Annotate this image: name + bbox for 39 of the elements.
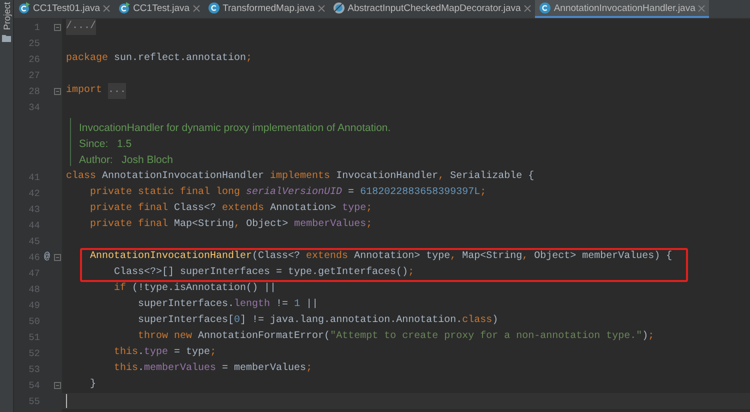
class-icon: [208, 2, 220, 14]
class-icon: [18, 2, 30, 14]
code-line: private final Map<String, Object> memberValues;: [89, 218, 372, 232]
close-icon[interactable]: [103, 4, 110, 12]
doc-tag-line: Author: Josh Bloch: [79, 153, 174, 168]
gutter-mark[interactable]: @: [44, 252, 50, 262]
editor-tab[interactable]: AnnotationInvocationHandler.java: [534, 0, 710, 18]
code-line: }: [89, 378, 96, 392]
editor-tab[interactable]: AbstractInputCheckedMapDecorator.java: [328, 0, 535, 18]
editor-tab[interactable]: TransformedMap.java: [204, 0, 329, 18]
code-line: if (!type.isAnnotation() ||: [113, 282, 276, 296]
doc-comment-text: InvocationHandler for dynamic proxy implementation of Annotation.: [79, 121, 391, 136]
close-icon[interactable]: [318, 4, 325, 12]
code-line: throw new AnnotationFormatError("Attempt to create proxy for a non-annotation type.");: [137, 330, 654, 344]
folder-icon: [2, 34, 11, 42]
close-icon[interactable]: [698, 4, 706, 12]
doc-tag-line: Since: 1.5: [79, 137, 133, 152]
close-icon[interactable]: [192, 4, 200, 12]
fold-icon[interactable]: [54, 88, 61, 94]
code-line: private final Class<? extends Annotation> type;: [89, 202, 372, 216]
code-line: this.memberValues = memberValues;: [113, 362, 312, 376]
class-icon: [538, 2, 551, 14]
code-line: Class<?>[] superInterfaces = type.getInterfaces();: [113, 266, 414, 280]
fold-icon[interactable]: [54, 24, 61, 30]
fold-icon[interactable]: [54, 382, 61, 388]
editor-tab[interactable]: CC1Test.java: [114, 0, 204, 18]
fold-icon[interactable]: [54, 254, 61, 260]
code-line: class AnnotationInvocationHandler implements InvocationHandler, Serializable {: [65, 170, 534, 184]
code-line: package sun.reflect.annotation;: [65, 52, 252, 66]
code-line: private static final long serialVersionUID = 6182022883658399397L;: [89, 186, 486, 200]
code-line: superInterfaces.length != 1 ||: [137, 298, 318, 312]
code-line: AnnotationInvocationHandler(Class<? extends Annotation> type, Map<String, Object> memberValues) {: [89, 250, 672, 264]
code-line: this.type = type;: [113, 346, 216, 360]
code-line: import ...: [62, 83, 126, 99]
code-line: superInterfaces[0] != java.lang.annotation.Annotation.class): [137, 314, 498, 328]
class-icon: [118, 2, 130, 14]
close-icon[interactable]: [524, 4, 531, 12]
project-panel-tab[interactable]: Project: [2, 2, 12, 30]
editor-tab[interactable]: CC1Test01.java: [14, 0, 114, 18]
